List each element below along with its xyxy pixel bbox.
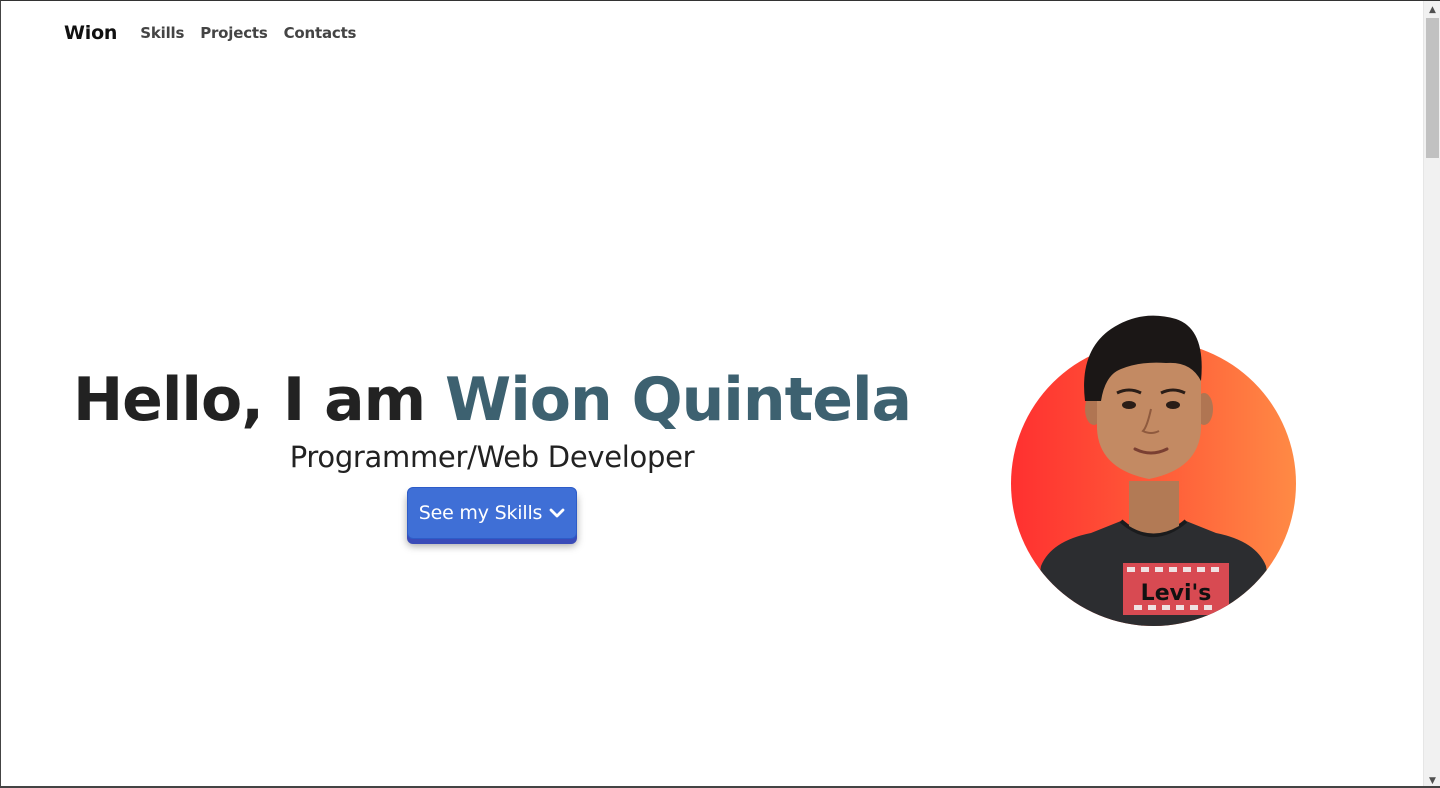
- see-skills-button[interactable]: See my Skills: [407, 487, 577, 539]
- person-head: [1084, 315, 1213, 479]
- chevron-down-icon: [549, 502, 565, 524]
- scroll-down-arrow-icon[interactable]: ▼: [1424, 772, 1440, 786]
- brand-logo[interactable]: Wion: [64, 22, 117, 44]
- scroll-thumb[interactable]: [1426, 18, 1439, 158]
- navbar: Wion Skills Projects Contacts: [64, 18, 372, 48]
- scrollbar[interactable]: ▲ ▼: [1423, 1, 1440, 786]
- nav-link-contacts[interactable]: Contacts: [284, 24, 357, 42]
- nav-link-skills[interactable]: Skills: [140, 24, 184, 42]
- nav-link-projects[interactable]: Projects: [200, 24, 268, 42]
- hero-name: Wion Quintela: [445, 365, 912, 435]
- see-skills-label: See my Skills: [418, 502, 543, 524]
- hero-subtitle: Programmer/Web Developer: [289, 440, 695, 474]
- hero-headline: Hello, I am Wion Quintela: [61, 361, 923, 439]
- page: Wion Skills Projects Contacts Hello, I a…: [0, 0, 1440, 788]
- profile-photo: Levi's: [1001, 301, 1311, 631]
- greeting-text: Hello, I am: [72, 365, 446, 435]
- scroll-up-arrow-icon[interactable]: ▲: [1424, 1, 1440, 18]
- hero-section: Hello, I am Wion Quintela Programmer/Web…: [61, 361, 923, 539]
